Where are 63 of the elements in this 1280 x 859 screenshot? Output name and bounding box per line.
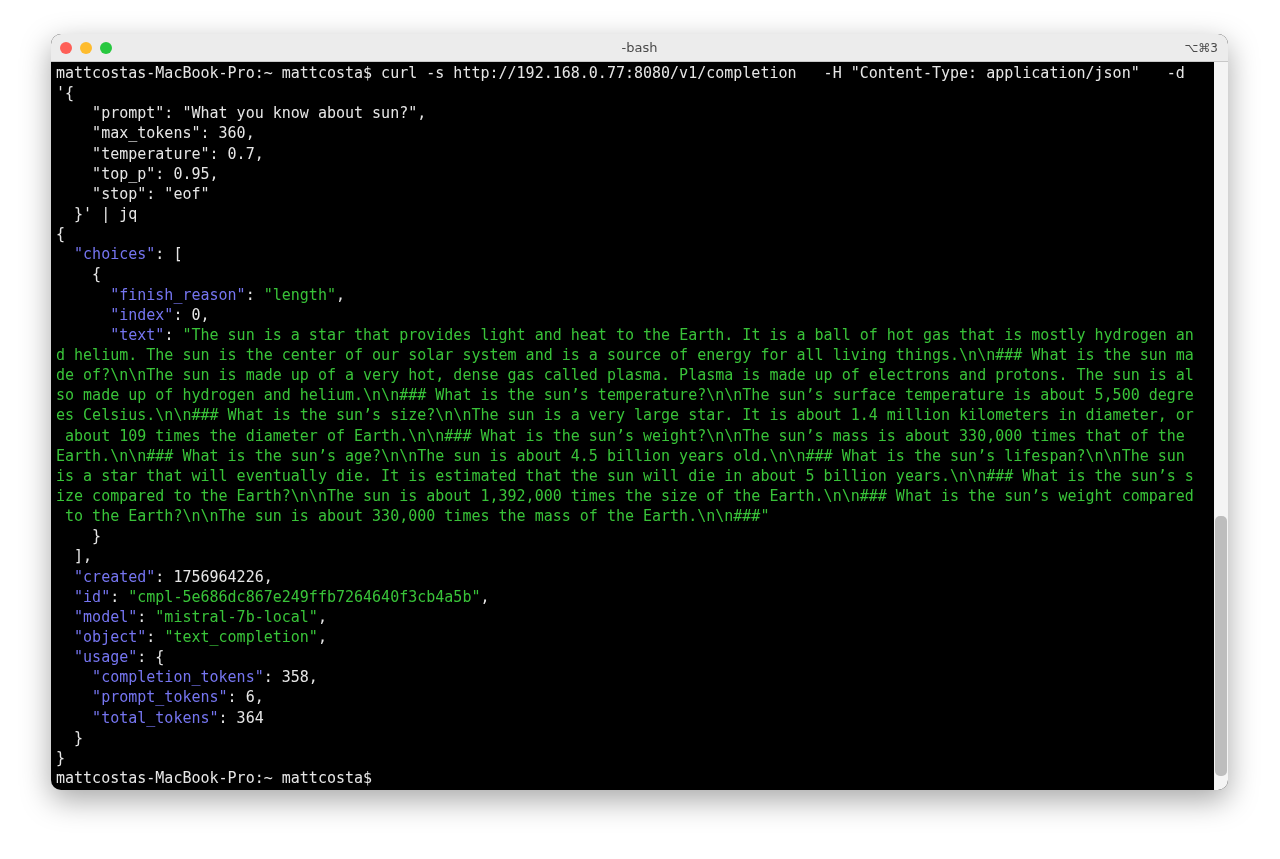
terminal-text: { bbox=[91, 265, 102, 284]
json-string: "cmpl-5e686dc867e249ffb7264640f3cb4a5b" bbox=[128, 587, 481, 606]
json-string: "mistral-7b-local" bbox=[155, 607, 318, 626]
terminal-text: "prompt": "What you know about sun?", bbox=[91, 104, 427, 123]
json-key: "text" bbox=[56, 325, 165, 344]
terminal-text: : bbox=[245, 285, 256, 304]
terminal-text: : 358, bbox=[263, 668, 318, 687]
json-string: ize compared to the Earth?\n\nThe sun is about 1,392,000 times the size of the Earth.\n\n### What is the sun’s weight compared bbox=[56, 486, 1194, 505]
terminal-text: : 1756964226, bbox=[155, 567, 273, 586]
terminal-text: : 0, bbox=[173, 305, 210, 324]
terminal-text: mattcostas-MacBook-Pro:~ mattcosta$ bbox=[56, 768, 373, 787]
terminal-text: : bbox=[137, 607, 148, 626]
minimize-icon[interactable] bbox=[80, 41, 92, 54]
terminal-text: : 6, bbox=[227, 688, 264, 707]
json-key: "prompt_tokens" bbox=[56, 688, 228, 707]
zoom-icon[interactable] bbox=[100, 41, 112, 54]
json-string: is a star that will eventually die. It is estimated that the sun will die in about 5 billion years.\n\n### What is the sun’s s bbox=[56, 466, 1194, 485]
terminal-text: mattcostas-MacBook-Pro:~ mattcosta$ curl -s http://192.168.0.77:8080/v1/completion -H "Content-Type: application/json" -d bbox=[56, 64, 1185, 82]
close-icon[interactable] bbox=[60, 41, 72, 54]
json-key: "usage" bbox=[56, 648, 138, 667]
json-string: so made up of hydrogen and helium.\n\n### What is the sun’s temperature?\n\nThe sun’s surface temperature is about 5,500 degre bbox=[56, 386, 1194, 405]
terminal-text: : [ bbox=[155, 245, 183, 264]
json-string: de of?\n\nThe sun is made up of a very hot, dense gas called plasma. Plasma is made up of electrons and protons. The sun is al bbox=[56, 366, 1194, 385]
terminal-text: { bbox=[56, 225, 66, 244]
terminal-text: , bbox=[480, 587, 490, 606]
json-key: "index" bbox=[56, 305, 174, 324]
json-string: about 109 times the diameter of Earth.\n\n### What is the sun’s weight?\n\nThe sun’s mass is about 330,000 times that of the bbox=[64, 426, 1185, 445]
json-string: "length" bbox=[263, 285, 336, 304]
json-string: Earth.\n\n### What is the sun’s age?\n\nThe sun is about 4.5 billion years old.\n\n### What is the sun’s lifespan?\n\nThe sun bbox=[56, 446, 1185, 465]
terminal-text: "stop": "eof" bbox=[91, 184, 210, 203]
terminal-text: , bbox=[317, 607, 327, 626]
json-key: "completion_tokens" bbox=[56, 668, 264, 687]
scrollbar-thumb[interactable] bbox=[1215, 516, 1227, 776]
terminal-text: : bbox=[110, 587, 121, 606]
json-string: es Celsius.\n\n### What is the sun’s size?\n\nThe sun is a very large star. It is about 1.4 million kilometers in diameter, or bbox=[56, 406, 1194, 425]
json-key: "finish_reason" bbox=[56, 285, 246, 304]
shortcut-label: ⌥⌘3 bbox=[1184, 40, 1218, 55]
terminal-text: } bbox=[56, 748, 66, 767]
terminal-text: "top_p": 0.95, bbox=[91, 164, 219, 183]
terminal-text: : bbox=[146, 627, 157, 646]
terminal-text: , bbox=[317, 627, 327, 646]
json-key: "created" bbox=[56, 567, 156, 586]
terminal-text: "max_tokens": 360, bbox=[91, 124, 255, 143]
terminal-text: , bbox=[335, 285, 345, 304]
terminal-text: : bbox=[164, 325, 175, 344]
terminal-text: "temperature": 0.7, bbox=[91, 144, 264, 163]
json-string: "text_completion" bbox=[164, 627, 318, 646]
json-string: "The sun is a star that provides light and heat to the Earth. It is a ball of hot gas that is mostly hydrogen an bbox=[182, 325, 1194, 344]
terminal-text: : { bbox=[137, 648, 165, 667]
terminal-text: '{ bbox=[56, 84, 75, 103]
json-string: d helium. The sun is the center of our solar system and is a source of energy for all living things.\n\n### What is the sun ma bbox=[56, 345, 1194, 364]
terminal-text: }' | jq bbox=[73, 205, 138, 223]
json-key: "id" bbox=[56, 587, 111, 606]
json-key: "choices" bbox=[56, 245, 156, 264]
json-key: "object" bbox=[56, 627, 147, 646]
json-string: to the Earth?\n\nThe sun is about 330,000 times the mass of the Earth.\n\n###" bbox=[64, 507, 770, 526]
json-key: "model" bbox=[56, 607, 138, 626]
json-key: "total_tokens" bbox=[56, 708, 219, 727]
terminal-text: ], bbox=[73, 547, 93, 566]
window-title: -bash bbox=[621, 40, 658, 55]
terminal-text: } bbox=[73, 728, 84, 747]
terminal-text: : 364 bbox=[218, 708, 264, 727]
terminal-text: } bbox=[91, 527, 102, 546]
